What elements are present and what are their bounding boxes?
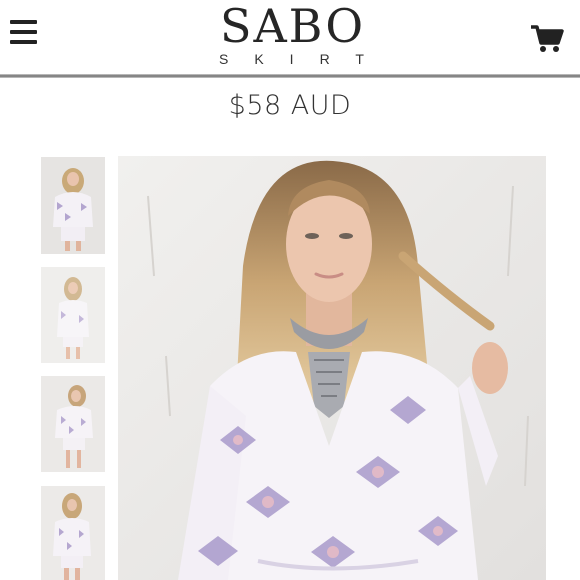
brand-logo[interactable]: SABO SKIRT xyxy=(205,0,380,72)
hamburger-menu-icon[interactable] xyxy=(10,20,37,44)
product-thumbnail[interactable] xyxy=(41,267,105,363)
header-divider xyxy=(0,74,580,78)
product-thumbnail[interactable] xyxy=(41,157,105,254)
logo-subtitle: SKIRT xyxy=(219,51,390,67)
site-header: SABO SKIRT xyxy=(0,0,580,76)
product-thumbnail[interactable] xyxy=(41,486,105,580)
main-product-image[interactable] xyxy=(118,156,546,580)
product-price: $58 AUD xyxy=(228,90,352,121)
shopping-cart-icon[interactable] xyxy=(530,24,564,54)
product-thumbnail[interactable] xyxy=(41,376,105,472)
logo-wordmark: SABO xyxy=(219,0,366,53)
